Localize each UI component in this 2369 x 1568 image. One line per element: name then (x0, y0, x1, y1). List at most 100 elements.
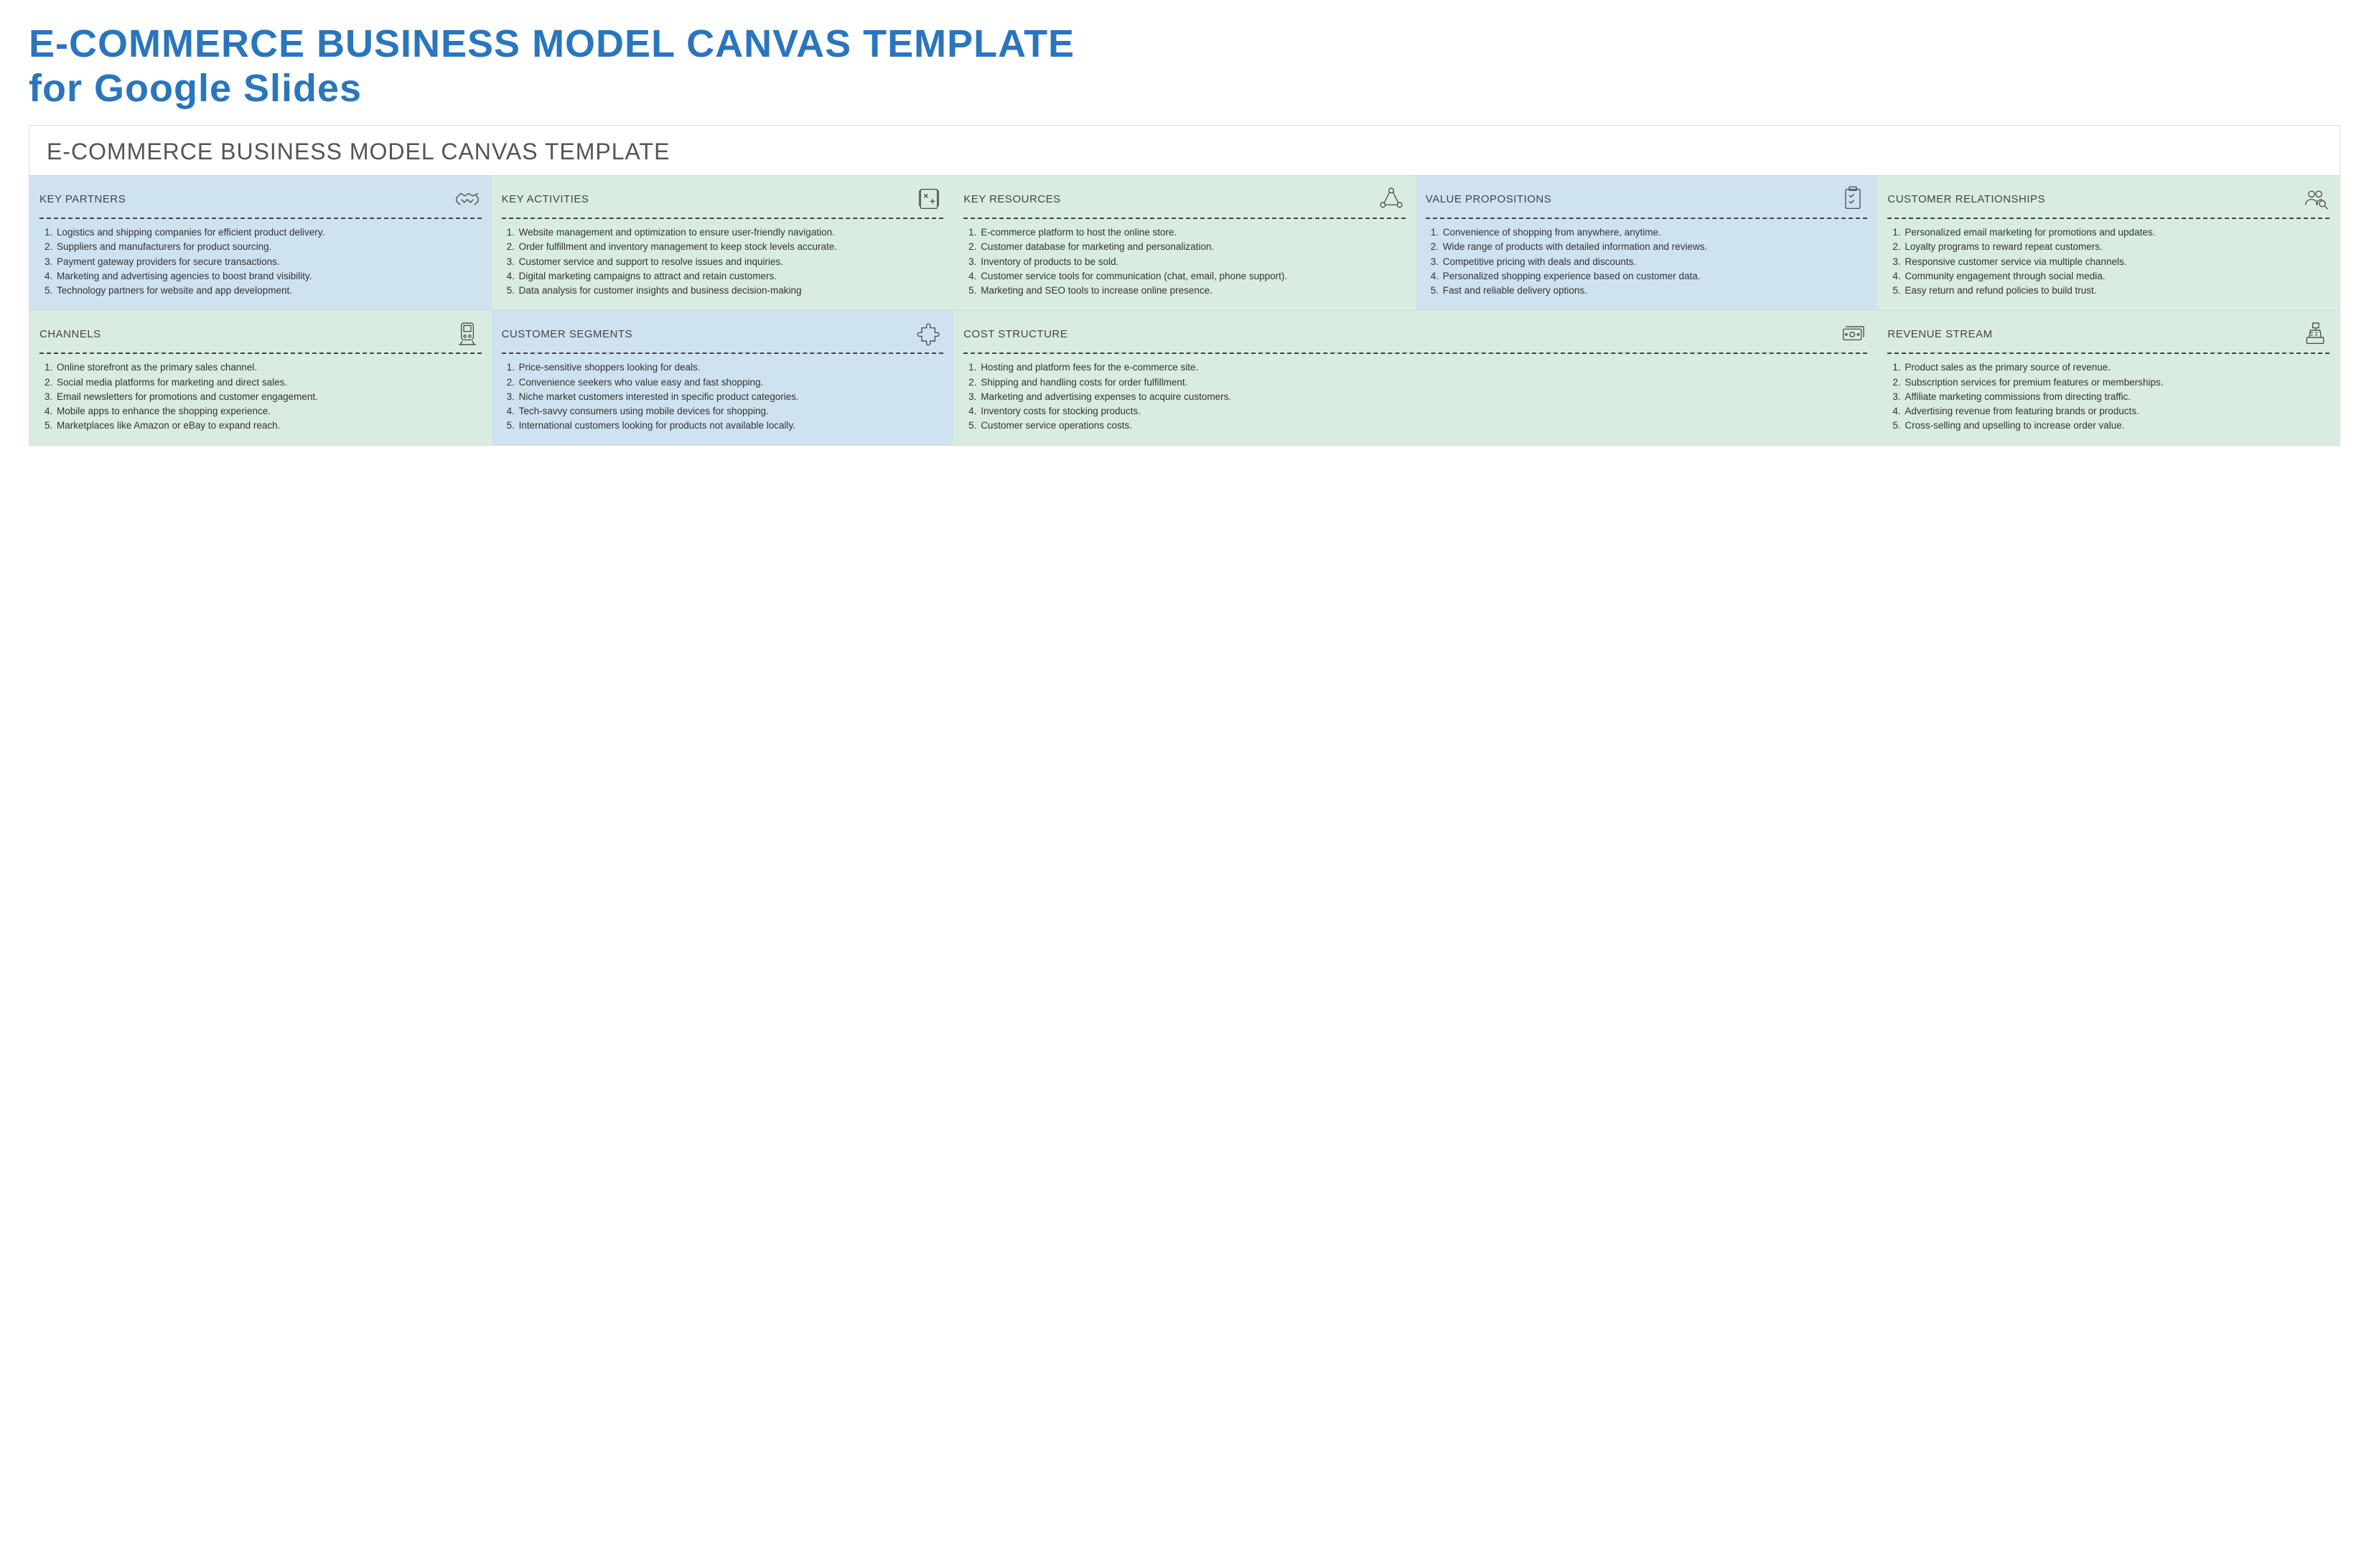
list-item: International customers looking for prod… (518, 419, 944, 432)
strategy-icon (915, 185, 943, 213)
users-search-icon (2301, 185, 2330, 213)
canvas-grid: KEY PARTNERS Logistics and shipping comp… (29, 175, 2340, 445)
list-item: Marketplaces like Amazon or eBay to expa… (55, 419, 482, 432)
cell-title: REVENUE STREAM (1887, 328, 1992, 340)
cell-list: Personalized email marketing for promoti… (1887, 226, 2330, 297)
divider (963, 353, 1867, 354)
list-item: Customer service tools for communication… (979, 270, 1406, 283)
list-item: Niche market customers interested in spe… (518, 391, 944, 403)
list-item: Marketing and advertising agencies to bo… (55, 270, 482, 283)
list-item: E-commerce platform to host the online s… (979, 226, 1406, 239)
divider (963, 218, 1406, 219)
list-item: Community engagement through social medi… (1903, 270, 2330, 283)
list-item: Website management and optimization to e… (518, 226, 944, 239)
list-item: Logistics and shipping companies for eff… (55, 226, 482, 239)
list-item: Tech-savvy consumers using mobile device… (518, 405, 944, 418)
list-item: Customer service and support to resolve … (518, 256, 944, 269)
divider (39, 353, 482, 354)
cell-title: CUSTOMER RELATIONSHIPS (1887, 193, 2045, 205)
list-item: Personalized shopping experience based o… (1442, 270, 1868, 283)
list-item: Suppliers and manufacturers for product … (55, 241, 482, 253)
cell-title: COST STRUCTURE (963, 328, 1067, 340)
cell-title: KEY RESOURCES (963, 193, 1060, 205)
list-item: Price-sensitive shoppers looking for dea… (518, 361, 944, 374)
cell-key-activities: KEY ACTIVITIES Website management and op… (492, 175, 954, 310)
list-item: Mobile apps to enhance the shopping expe… (55, 405, 482, 418)
page-title: E-COMMERCE BUSINESS MODEL CANVAS TEMPLAT… (29, 22, 2340, 111)
list-item: Fast and reliable delivery options. (1442, 284, 1868, 297)
list-item: Social media platforms for marketing and… (55, 376, 482, 389)
list-item: Advertising revenue from featuring brand… (1903, 405, 2330, 418)
cell-list: Online storefront as the primary sales c… (39, 361, 482, 432)
cell-header: KEY PARTNERS (39, 183, 482, 215)
network-icon (1377, 185, 1406, 213)
divider (502, 353, 944, 354)
list-item: Subscription services for premium featur… (1903, 376, 2330, 389)
list-item: Inventory costs for stocking products. (979, 405, 1867, 418)
money-icon (1838, 319, 1867, 348)
puzzle-icon (915, 319, 943, 348)
cell-list: Convenience of shopping from anywhere, a… (1426, 226, 1868, 297)
cell-header: CUSTOMER RELATIONSHIPS (1887, 183, 2330, 215)
page-title-line2: for Google Slides (29, 67, 362, 110)
canvas-container: E-COMMERCE BUSINESS MODEL CANVAS TEMPLAT… (29, 125, 2340, 446)
cell-header: REVENUE STREAM (1887, 318, 2330, 350)
list-item: Shipping and handling costs for order fu… (979, 376, 1867, 389)
canvas-title: E-COMMERCE BUSINESS MODEL CANVAS TEMPLAT… (29, 126, 2340, 175)
cell-list: Price-sensitive shoppers looking for dea… (502, 361, 944, 432)
list-item: Competitive pricing with deals and disco… (1442, 256, 1868, 269)
divider (502, 218, 944, 219)
cell-list: E-commerce platform to host the online s… (963, 226, 1406, 297)
list-item: Marketing and advertising expenses to ac… (979, 391, 1867, 403)
cell-header: KEY ACTIVITIES (502, 183, 944, 215)
cell-header: COST STRUCTURE (963, 318, 1867, 350)
cell-header: CUSTOMER SEGMENTS (502, 318, 944, 350)
train-icon (453, 319, 482, 348)
list-item: Hosting and platform fees for the e-comm… (979, 361, 1867, 374)
cell-title: KEY ACTIVITIES (502, 193, 589, 205)
cell-list: Product sales as the primary source of r… (1887, 361, 2330, 432)
cell-title: CHANNELS (39, 328, 101, 340)
list-item: Customer database for marketing and pers… (979, 241, 1406, 253)
checklist-icon (1838, 185, 1867, 213)
list-item: Inventory of products to be sold. (979, 256, 1406, 269)
list-item: Payment gateway providers for secure tra… (55, 256, 482, 269)
page-title-line1: E-COMMERCE BUSINESS MODEL CANVAS TEMPLAT… (29, 22, 1075, 65)
list-item: Easy return and refund policies to build… (1903, 284, 2330, 297)
cell-header: CHANNELS (39, 318, 482, 350)
cell-revenue-stream: REVENUE STREAM Product sales as the prim… (1877, 310, 2340, 445)
cell-header: VALUE PROPOSITIONS (1426, 183, 1868, 215)
list-item: Personalized email marketing for promoti… (1903, 226, 2330, 239)
divider (1887, 218, 2330, 219)
cell-title: KEY PARTNERS (39, 193, 126, 205)
list-item: Cross-selling and upselling to increase … (1903, 419, 2330, 432)
list-item: Loyalty programs to reward repeat custom… (1903, 241, 2330, 253)
cell-list: Logistics and shipping companies for eff… (39, 226, 482, 297)
cell-title: VALUE PROPOSITIONS (1426, 193, 1551, 205)
cell-key-resources: KEY RESOURCES E-commerce platform to hos… (953, 175, 1416, 310)
cell-list: Hosting and platform fees for the e-comm… (963, 361, 1867, 432)
list-item: Wide range of products with detailed inf… (1442, 241, 1868, 253)
handshake-icon (453, 185, 482, 213)
cell-cost-structure: COST STRUCTURE Hosting and platform fees… (953, 310, 1877, 445)
list-item: Marketing and SEO tools to increase onli… (979, 284, 1406, 297)
cell-key-partners: KEY PARTNERS Logistics and shipping comp… (29, 175, 492, 310)
list-item: Affiliate marketing commissions from dir… (1903, 391, 2330, 403)
cell-customer-relationships: CUSTOMER RELATIONSHIPS Personalized emai… (1877, 175, 2340, 310)
cell-value-propositions: VALUE PROPOSITIONS Convenience of shoppi… (1416, 175, 1878, 310)
list-item: Convenience of shopping from anywhere, a… (1442, 226, 1868, 239)
divider (1426, 218, 1868, 219)
divider (39, 218, 482, 219)
cell-title: CUSTOMER SEGMENTS (502, 328, 632, 340)
list-item: Responsive customer service via multiple… (1903, 256, 2330, 269)
list-item: Data analysis for customer insights and … (518, 284, 944, 297)
list-item: Customer service operations costs. (979, 419, 1867, 432)
divider (1887, 353, 2330, 354)
list-item: Email newsletters for promotions and cus… (55, 391, 482, 403)
list-item: Convenience seekers who value easy and f… (518, 376, 944, 389)
cell-channels: CHANNELS Online storefront as the primar… (29, 310, 492, 445)
list-item: Online storefront as the primary sales c… (55, 361, 482, 374)
cell-customer-segments: CUSTOMER SEGMENTS Price-sensitive shoppe… (492, 310, 954, 445)
cell-header: KEY RESOURCES (963, 183, 1406, 215)
list-item: Technology partners for website and app … (55, 284, 482, 297)
